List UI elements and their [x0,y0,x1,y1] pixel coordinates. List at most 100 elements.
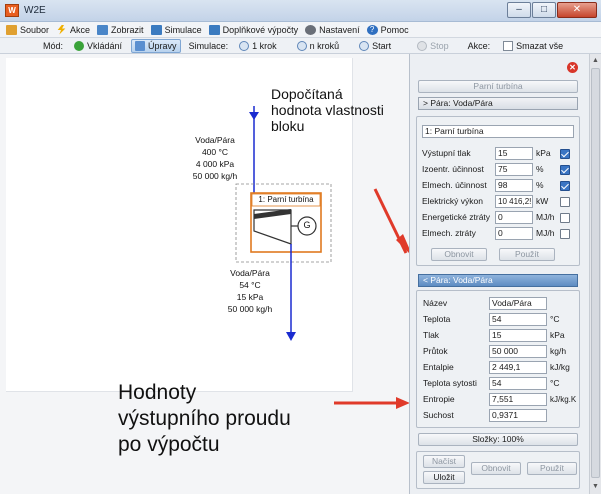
section-stream-header[interactable]: < Pára: Voda/Pára [418,274,578,287]
block-title: 1: Parní turbína [258,195,314,204]
diagram-canvas[interactable]: 1: Parní turbína G Voda/Pára 400 °C 4 00… [0,54,409,494]
step-icon [239,40,250,51]
annotation-top-line-1: Dopočítaná [271,86,343,102]
menu-label: Soubor [20,24,50,35]
simulation-label: Simulace: [188,40,229,51]
field-unit: kJ/kg [550,362,570,372]
scroll-up-icon[interactable]: ▲ [591,56,600,65]
entropy-value: 7,551 [489,393,547,406]
field-label: Název [423,298,448,308]
flow-value: 50 000 [489,345,547,358]
start-button[interactable]: Start [356,39,394,53]
menu-doplnkove-vypocty[interactable]: Doplňkové výpočty [208,24,298,35]
annotation-top: Dopočítaná hodnota vlastnosti bloku [271,86,384,134]
menu-simulace[interactable]: Simulace [150,24,202,35]
stop-button[interactable]: Stop [414,39,452,53]
section-top-header[interactable]: > Pára: Voda/Pára [418,97,578,110]
use-stream-button[interactable]: Použít [527,462,577,475]
outlet-temperature: 54 °C [239,280,261,290]
energy-losses-input[interactable]: 0 [495,211,533,224]
title-bar: W W2E – □ ✕ [0,0,601,22]
menu-label: Nastavení [319,24,360,35]
pressure-value: 15 [489,329,547,342]
actions-label: Akce: [467,40,491,51]
edit-mode-button[interactable]: Úpravy [131,38,181,53]
field-label: Suchost [423,410,454,420]
step-n-label: n kroků [309,40,340,51]
field-label: Energetické ztráty [422,212,491,222]
electric-power-checkbox[interactable] [560,197,570,207]
refresh-button[interactable]: Obnovit [431,248,487,261]
isentropic-efficiency-input[interactable]: 75 [495,163,533,176]
step-1-label: 1 krok [252,40,277,51]
toolbar: Mód: Vkládání Úpravy Simulace: 1 krok n … [0,38,601,54]
minimize-button[interactable]: – [507,2,531,18]
block-properties-group: 1: Parní turbína Výstupní tlak 15 kPa Iz… [416,116,580,266]
menu-pomoc[interactable]: ? Pomoc [366,24,409,35]
field-unit: % [536,164,544,174]
help-icon: ? [366,24,378,35]
step-n-button[interactable]: n kroků [294,39,343,53]
use-button[interactable]: Použít [499,248,555,261]
close-window-button[interactable]: ✕ [557,2,597,18]
menu-zobrazit[interactable]: Zobrazit [97,24,144,35]
field-unit: MJ/h [536,228,555,238]
energy-losses-checkbox[interactable] [560,213,570,223]
generator-symbol: G [303,220,311,230]
scrollbar-thumb[interactable] [591,68,600,478]
outlet-pressure-checkbox[interactable] [560,149,570,159]
block-name-field[interactable]: 1: Parní turbína [422,125,574,138]
block-type-button[interactable]: Parní turbína [418,80,578,93]
scroll-down-icon[interactable]: ▼ [591,482,600,491]
stream-name-value: Voda/Pára [489,297,547,310]
mode-label: Mód: [43,40,64,51]
field-unit: MJ/h [536,212,555,222]
insert-mode-label: Vkládání [87,40,123,51]
gear-icon [305,24,317,35]
stop-icon [417,40,428,51]
step-1-button[interactable]: 1 krok [236,39,280,53]
save-button[interactable]: Uložit [423,471,465,484]
elmech-losses-checkbox[interactable] [560,229,570,239]
field-label: Teplota [423,314,451,324]
elmech-losses-input[interactable]: 0 [495,227,533,240]
field-unit: kg/h [550,346,567,356]
field-unit: % [536,180,544,190]
isentropic-efficiency-checkbox[interactable] [560,165,570,175]
start-label: Start [372,40,392,51]
inlet-temperature: 400 °C [201,147,229,157]
menu-label: Akce [70,24,91,35]
elmech-efficiency-input[interactable]: 98 [495,179,533,192]
elmech-efficiency-checkbox[interactable] [560,181,570,191]
outlet-pressure-input[interactable]: 15 [495,147,533,160]
menu-soubor[interactable]: Soubor [6,24,50,35]
electric-power-input[interactable]: 10 416,2! [495,195,533,208]
annotation-bottom-line-2: výstupního proudu [118,407,291,430]
menu-label: Pomoc [380,24,409,35]
maximize-button[interactable]: □ [532,2,556,18]
load-button[interactable]: Načíst [423,455,465,468]
menu-nastaveni[interactable]: Nastavení [305,24,360,35]
outlet-pressure: 15 kPa [236,292,264,302]
plus-icon [74,40,85,51]
annotation-bottom-line-3: po výpočtu [118,433,220,456]
properties-panel: ✕ Parní turbína > Pára: Voda/Pára 1: Par… [409,54,589,494]
delete-all-checkbox[interactable]: Smazat vše [500,39,566,53]
annotation-top-line-2: hodnota vlastnosti [271,102,384,118]
refresh-stream-button[interactable]: Obnovit [471,462,521,475]
window-controls: – □ ✕ [506,2,597,19]
dryness-value: 0,9371 [489,409,547,422]
menu-akce[interactable]: Akce [56,24,91,35]
menu-label: Zobrazit [111,24,144,35]
close-panel-icon[interactable]: ✕ [567,62,578,73]
inlet-arrow-icon [249,112,259,120]
edit-mode-label: Úpravy [148,40,177,51]
view-icon [97,24,109,35]
insert-mode-button[interactable]: Vkládání [71,39,125,53]
stop-label: Stop [430,40,449,51]
components-button[interactable]: Složky: 100% [418,433,578,446]
annotation-bottom-line-1: Hodnoty [118,381,197,404]
panel-scrollbar[interactable]: ▲ ▼ [589,54,601,494]
field-unit: kPa [550,330,565,340]
inlet-stream-label: Voda/Pára 400 °C 4 000 kPa 50 000 kg/h [180,134,250,182]
